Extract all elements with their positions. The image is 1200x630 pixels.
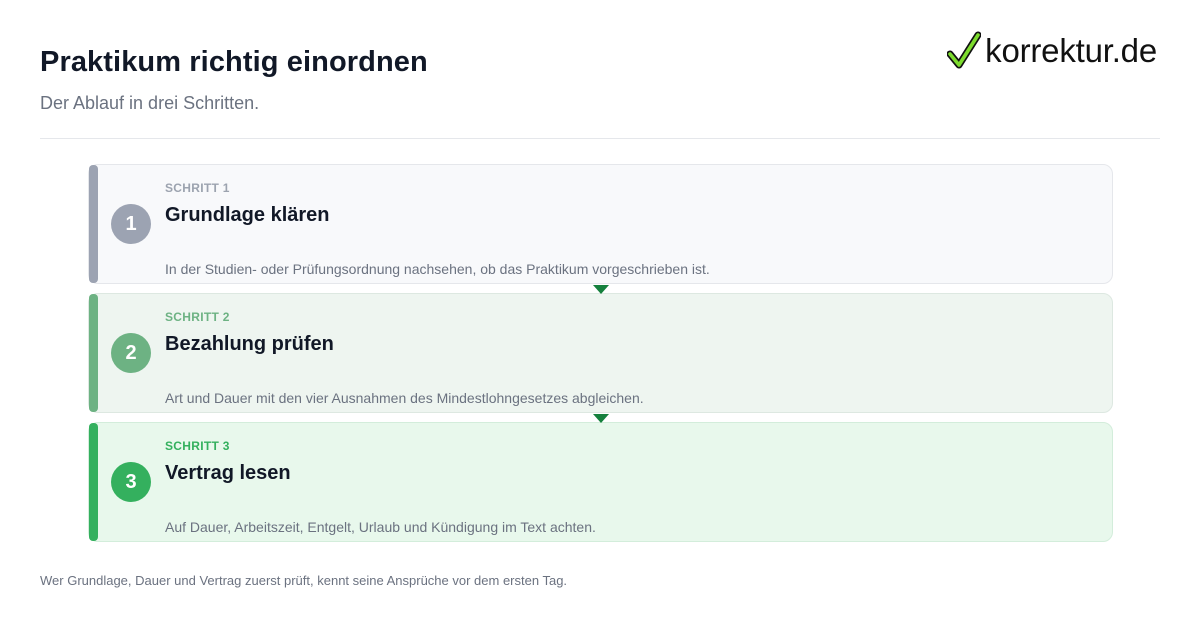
step-number-badge: 2: [111, 333, 151, 373]
brand-logo: korrektur.de: [947, 30, 1157, 72]
step-card-3: 3 SCHRITT 3 Vertrag lesen Auf Dauer, Arb…: [88, 422, 1113, 542]
step-number-badge: 3: [111, 462, 151, 502]
step-description: In der Studien- oder Prüfungsordnung nac…: [165, 261, 710, 277]
header-divider: [40, 138, 1160, 139]
step-kicker: SCHRITT 2: [165, 310, 230, 324]
step-title: Grundlage klären: [165, 204, 330, 226]
step-accent-bar: [89, 165, 98, 283]
step-list: 1 SCHRITT 1 Grundlage klären In der Stud…: [88, 164, 1113, 551]
step-title: Bezahlung prüfen: [165, 333, 334, 355]
step-description: Art und Dauer mit den vier Ausnahmen des…: [165, 390, 644, 406]
checkmark-icon: [947, 31, 982, 69]
step-card-1: 1 SCHRITT 1 Grundlage klären In der Stud…: [88, 164, 1113, 294]
step-description: Auf Dauer, Arbeitszeit, Entgelt, Urlaub …: [165, 519, 596, 535]
brand-name: korrektur.de: [985, 32, 1157, 69]
step-number-badge: 1: [111, 204, 151, 244]
step-kicker: SCHRITT 1: [165, 181, 230, 195]
step-title: Vertrag lesen: [165, 462, 291, 484]
step-accent-bar: [89, 294, 98, 412]
step-accent-bar: [89, 423, 98, 541]
page-subtitle: Der Ablauf in drei Schritten.: [40, 93, 260, 113]
arrow-down-icon: [593, 414, 609, 423]
step-card-2: 2 SCHRITT 2 Bezahlung prüfen Art und Dau…: [88, 293, 1113, 423]
footer-note: Wer Grundlage, Dauer und Vertrag zuerst …: [40, 573, 568, 588]
arrow-down-icon: [593, 285, 609, 294]
step-kicker: SCHRITT 3: [165, 439, 230, 453]
